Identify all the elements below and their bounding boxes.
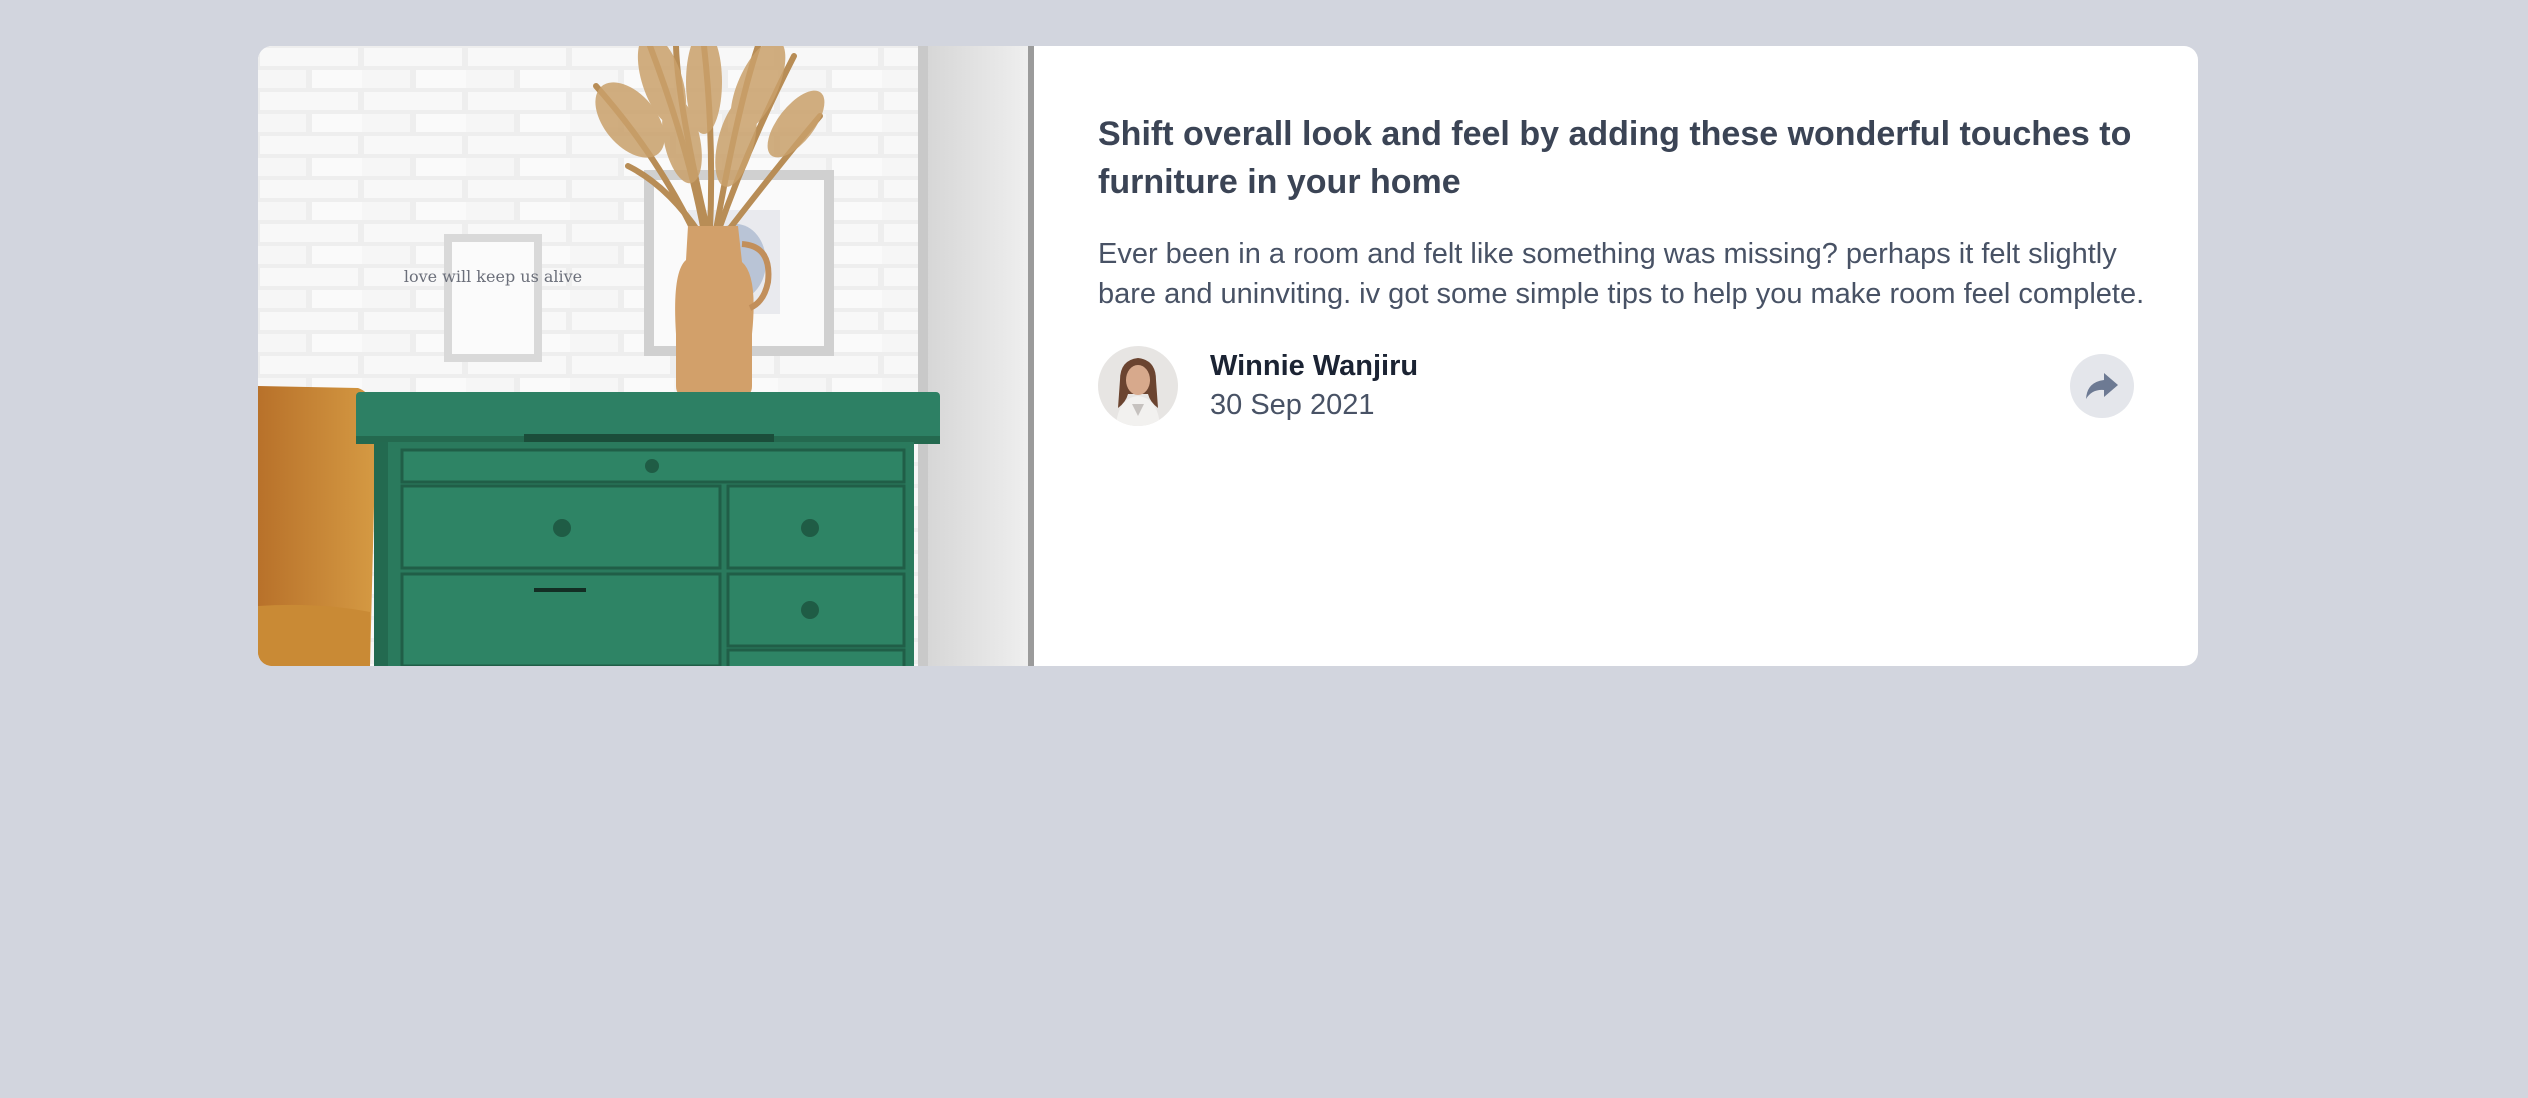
drawer-photo: love will keep us alive [258, 46, 1034, 666]
article-content: Shift overall look and feel by adding th… [1034, 46, 2198, 666]
share-button[interactable] [2070, 354, 2134, 418]
avatar[interactable] [1098, 346, 1178, 426]
share-arrow-icon [2086, 373, 2118, 399]
author-info: Winnie Wanjiru 30 Sep 2021 [1210, 347, 1418, 425]
article-card: love will keep us alive Shift overall lo… [258, 46, 2198, 666]
article-image: love will keep us alive [258, 46, 1034, 666]
author-row: Winnie Wanjiru 30 Sep 2021 [1098, 346, 2134, 426]
post-date: 30 Sep 2021 [1210, 389, 1375, 421]
frame-quote: love will keep us alive [404, 267, 582, 286]
article-title[interactable]: Shift overall look and feel by adding th… [1098, 110, 2158, 206]
author-name[interactable]: Winnie Wanjiru [1210, 347, 1418, 385]
author-photo [1098, 346, 1178, 426]
article-excerpt: Ever been in a room and felt like someth… [1098, 238, 2145, 310]
